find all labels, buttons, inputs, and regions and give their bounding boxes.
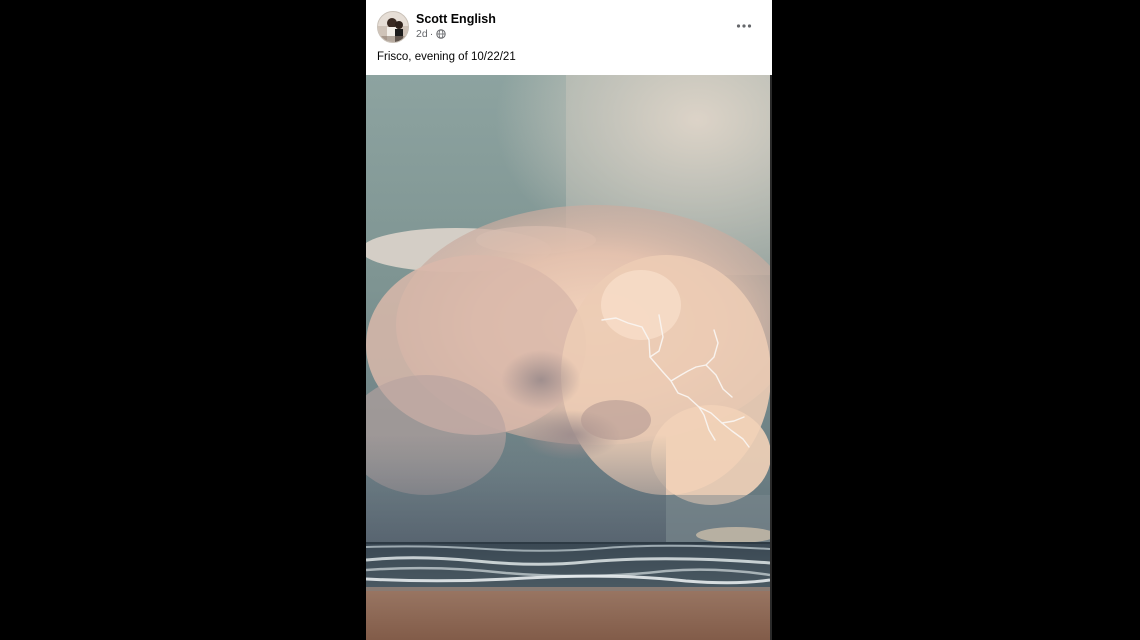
globe-icon [436,29,446,39]
facebook-post: Scott English 2d · Frisco, evening of 10… [366,0,772,640]
more-options-button[interactable] [732,16,756,36]
author-name[interactable]: Scott English [416,12,496,26]
post-photo[interactable] [366,75,770,640]
post-header: Scott English 2d · [366,0,772,48]
post-meta: 2d · [416,28,446,40]
more-options-icon [736,24,752,28]
author-avatar[interactable] [377,11,409,43]
storm-photo-image [366,75,770,640]
meta-separator: · [429,28,434,40]
photo-border [770,75,772,640]
post-caption: Frisco, evening of 10/22/21 [377,51,516,63]
post-timestamp[interactable]: 2d [416,28,428,40]
avatar-image [378,12,408,42]
